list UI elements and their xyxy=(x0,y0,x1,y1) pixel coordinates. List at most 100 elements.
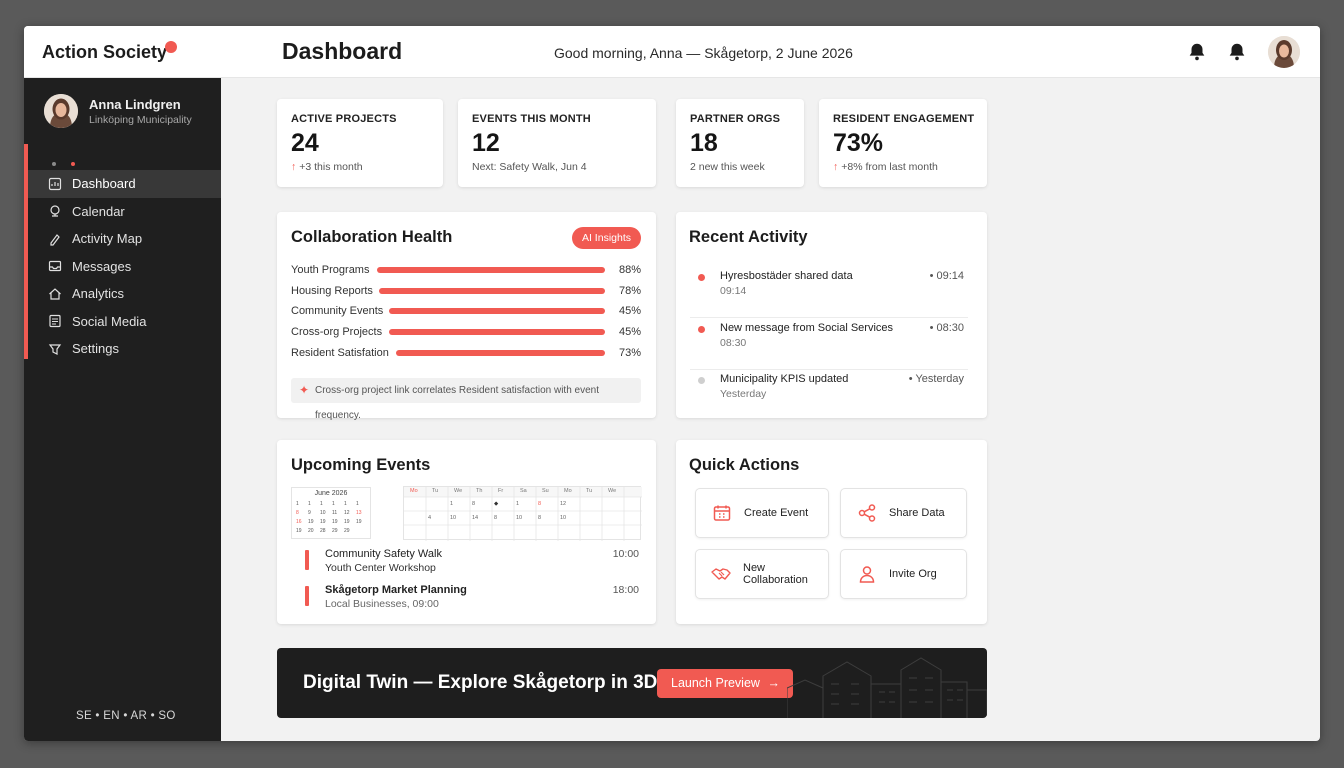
event-title: Community Safety Walk xyxy=(325,548,442,560)
page-title: Dashboard xyxy=(282,38,403,64)
metric-label: Community Events xyxy=(291,305,384,318)
metric-percent: 78% xyxy=(618,284,641,297)
kpi-sub-text: +8% from last month xyxy=(841,161,938,173)
event-title: Skågetorp Market Planning xyxy=(325,584,467,596)
svg-text:10: 10 xyxy=(560,515,566,521)
ai-insights-button[interactable]: AI Insights xyxy=(571,227,641,249)
language-switcher[interactable]: SE • EN • AR • SO xyxy=(76,710,176,722)
avatar[interactable] xyxy=(44,94,78,128)
metric-label: Resident Satisfation xyxy=(291,346,389,359)
share-icon xyxy=(858,504,876,522)
sidebar-item-analytics[interactable]: Analytics xyxy=(28,280,221,308)
new-collaboration-button[interactable]: New Collaboration xyxy=(695,549,829,599)
button-label: Share Data xyxy=(889,507,945,519)
kpi-label: RESIDENT ENGAGEMENT xyxy=(833,113,975,125)
sidebar-item-activity-map[interactable]: Activity Map xyxy=(28,225,221,253)
trend-up-icon: ↑ xyxy=(291,161,297,173)
sidebar-item-calendar[interactable]: Calendar xyxy=(28,198,221,226)
button-label: New Collaboration xyxy=(743,562,808,586)
city-skyline-illustration xyxy=(787,657,987,718)
avatar[interactable] xyxy=(1268,36,1300,68)
activity-title: Hyresbostäder shared data xyxy=(720,270,853,282)
brand-logo[interactable]: Action Society xyxy=(42,42,167,63)
settings-icon xyxy=(48,344,62,355)
svg-text:12: 12 xyxy=(560,501,566,507)
calendar-day-header: Mo xyxy=(410,488,418,494)
sidebar-item-social-media[interactable]: Social Media xyxy=(28,308,221,336)
kpi-card-events: EVENTS THIS MONTH 12 Next: Safety Walk, … xyxy=(458,99,656,187)
sidebar-item-label: Analytics xyxy=(72,286,125,302)
launch-preview-button[interactable]: Launch Preview → xyxy=(657,669,793,698)
sidebar-item-label: Social Media xyxy=(72,313,147,329)
sidebar-item-messages[interactable]: Messages xyxy=(28,253,221,281)
messages-icon xyxy=(48,261,62,272)
share-data-button[interactable]: Share Data xyxy=(840,488,967,538)
activity-subtitle: Yesterday xyxy=(720,388,767,400)
handshake-icon xyxy=(711,568,731,580)
calendar-day-header: Tu xyxy=(432,488,439,494)
activity-item[interactable]: New message from Social Services 08:30 •… xyxy=(690,318,968,370)
user-icon xyxy=(859,566,875,583)
trend-up-icon: ↑ xyxy=(833,161,839,173)
activity-item[interactable]: Municipality KPIS updated Yesterday • Ye… xyxy=(690,369,968,421)
map-pin-icon xyxy=(50,233,60,246)
card-title: Upcoming Events xyxy=(291,456,431,474)
metric-label: Youth Programs xyxy=(291,264,370,276)
event-marker xyxy=(305,550,309,570)
app-window: Action Society Dashboard Good morning, A… xyxy=(24,26,1320,741)
create-event-button[interactable]: Create Event xyxy=(695,488,829,538)
metric-bar xyxy=(396,349,605,356)
event-subtitle: Youth Center Workshop xyxy=(325,562,436,574)
bell-icon[interactable] xyxy=(1186,41,1208,63)
svg-text:9: 9 xyxy=(308,510,311,516)
sidebar: Anna Lindgren Linköping Municipality Das… xyxy=(24,78,221,741)
sidebar-item-settings[interactable]: Settings xyxy=(28,335,221,363)
kpi-label: ACTIVE PROJECTS xyxy=(291,113,397,125)
svg-text:1: 1 xyxy=(344,501,347,507)
kpi-card-active-projects: ACTIVE PROJECTS 24 ↑ +3 this month xyxy=(277,99,443,187)
activity-title: Municipality KPIS updated xyxy=(720,373,849,385)
sidebar-item-dashboard[interactable]: Dashboard xyxy=(28,170,221,198)
bell-icon[interactable] xyxy=(1226,41,1248,63)
calendar-plus-icon xyxy=(713,505,731,521)
recent-activity-card: Recent Activity Hyresbostäder shared dat… xyxy=(676,212,987,418)
invite-org-button[interactable]: Invite Org xyxy=(840,549,967,599)
button-label: Launch Preview xyxy=(671,676,760,690)
activity-time: • Yesterday xyxy=(908,373,964,385)
sidebar-item-label: Activity Map xyxy=(72,231,143,247)
status-dot-icon xyxy=(698,377,705,384)
sidebar-item-label: Messages xyxy=(72,258,132,274)
metric-bar xyxy=(377,267,605,273)
svg-text:1: 1 xyxy=(516,501,519,507)
quick-actions-card: Quick Actions Create Event Share Data Ne… xyxy=(676,440,987,624)
sidebar-item-label: Calendar xyxy=(72,203,125,219)
kpi-sub: Next: Safety Walk, Jun 4 xyxy=(472,161,587,173)
event-item[interactable]: Community Safety Walk Youth Center Works… xyxy=(305,548,641,582)
svg-text:13: 13 xyxy=(356,510,362,516)
card-title: Recent Activity xyxy=(689,228,808,246)
svg-text:19: 19 xyxy=(308,519,314,525)
collab-metric-row: Community Events 45% xyxy=(291,303,641,319)
calendar-day-header: Su xyxy=(542,488,549,494)
svg-text:◆: ◆ xyxy=(494,501,499,507)
events-calendar-grid[interactable]: 4 10 14 8 10 8 10 1 8 ◆ 1 8 12 Mo Tu We Th Fr Sa Su Mo Tu We xyxy=(403,486,642,541)
collaboration-health-card: Collaboration Health AI Insights Youth P… xyxy=(277,212,656,421)
dashboard-icon xyxy=(48,177,62,190)
activity-title: New message from Social Services xyxy=(720,322,894,334)
event-item[interactable]: Skågetorp Market Planning Local Business… xyxy=(305,584,641,618)
digital-twin-banner: Digital Twin — Explore Skågetorp in 3D L… xyxy=(277,648,987,718)
activity-item[interactable]: Hyresbostäder shared data 09:14 • 09:14 xyxy=(690,266,968,318)
svg-text:19: 19 xyxy=(356,519,362,525)
kpi-sub-text: +3 this month xyxy=(299,161,363,173)
metric-percent: 45% xyxy=(618,305,641,318)
mini-calendar[interactable]: June 2026 111111 8 9 10 11 12 13 16 19 19 19 19 19… xyxy=(291,487,371,539)
svg-text:20: 20 xyxy=(308,528,314,534)
svg-text:1: 1 xyxy=(450,501,453,507)
svg-text:10: 10 xyxy=(450,515,456,521)
metric-label: Cross-org Projects xyxy=(291,326,383,339)
svg-text:4: 4 xyxy=(428,515,431,521)
svg-text:16: 16 xyxy=(296,519,302,525)
calendar-day-header: Th xyxy=(476,488,483,494)
svg-text:29: 29 xyxy=(344,528,350,534)
event-time: 10:00 xyxy=(612,548,639,560)
